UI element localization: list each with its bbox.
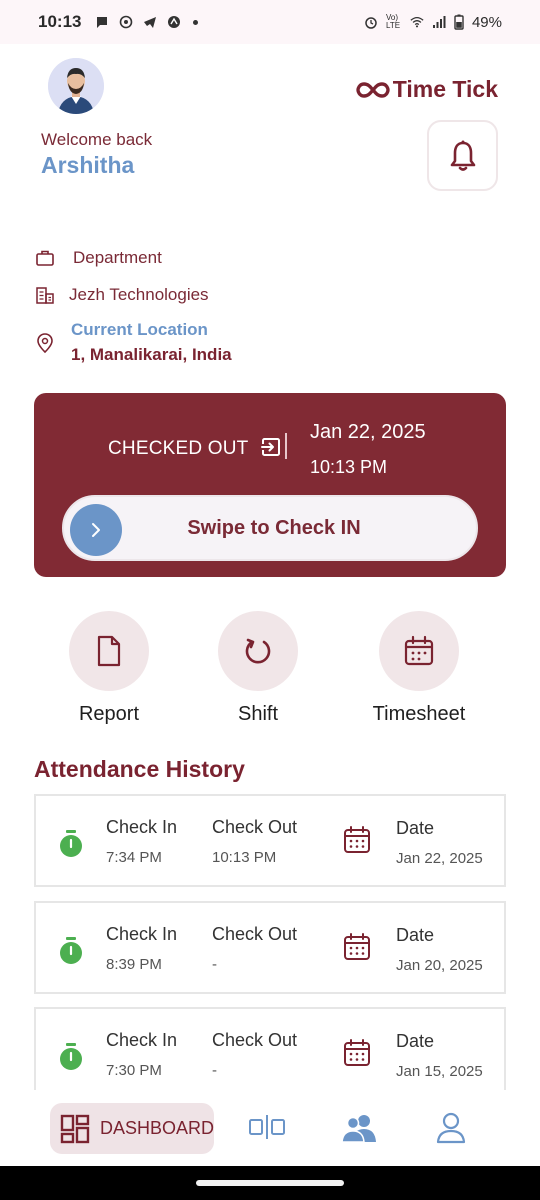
attendance-list[interactable]: Check In 7:34 PM Check Out 10:13 PM Date… (0, 790, 540, 1090)
check-out-time: 10:13 PM (212, 849, 277, 866)
current-date: Jan 22, 2025 (310, 421, 426, 443)
check-in-time: 7:34 PM (106, 849, 162, 866)
department-label: Department (73, 248, 162, 267)
battery-icon (454, 14, 464, 30)
bell-icon (450, 140, 475, 171)
welcome-text: Welcome back (41, 130, 153, 149)
check-status: CHECKED OUT (108, 436, 282, 460)
document-icon (97, 635, 121, 667)
report-action-circle[interactable] (69, 611, 149, 691)
brand-logo: Time Tick (355, 76, 498, 103)
report-action[interactable]: Report (49, 611, 169, 726)
building-icon (36, 287, 54, 304)
calendar-icon (404, 635, 434, 666)
message-icon (97, 17, 108, 28)
stopwatch-icon (60, 937, 82, 964)
record-date: Jan 22, 2025 (396, 850, 483, 867)
date-label: Date (396, 1031, 435, 1051)
dashboard-icon (60, 1114, 90, 1143)
avatar-illustration (48, 58, 104, 114)
location-pin-icon (37, 333, 53, 354)
attendance-record[interactable]: Check In 8:39 PM Check Out - Date Jan 20… (34, 901, 506, 994)
check-in-label: Check In (106, 817, 178, 837)
network-label: Vo) LTE (385, 13, 401, 30)
check-out-time: - (212, 1062, 217, 1079)
calendar-icon (344, 1039, 370, 1066)
current-time: 10:13 PM (310, 457, 388, 477)
stopwatch-icon (60, 830, 82, 857)
date-label: Date (396, 818, 435, 838)
record-date: Jan 20, 2025 (396, 957, 483, 974)
check-in-label: Check In (106, 1030, 178, 1050)
shift-action[interactable]: Shift (198, 611, 318, 726)
location-row: Current Location 1, Manalikarai, India (35, 320, 232, 365)
nav-dashboard[interactable]: DASHBOARD (50, 1103, 214, 1154)
attendance-history-title: Attendance History (34, 756, 245, 782)
status-time: 10:13 (38, 12, 82, 31)
refresh-icon (245, 638, 271, 664)
check-in-time: 8:39 PM (106, 956, 162, 973)
stopwatch-icon (60, 1043, 82, 1070)
company-row: Jezh Technologies (35, 285, 209, 305)
wifi-icon (410, 16, 424, 28)
whatsapp-icon (120, 15, 133, 29)
attendance-record[interactable]: Check In 7:34 PM Check Out 10:13 PM Date… (34, 794, 506, 887)
briefcase-icon (36, 250, 54, 266)
location-title: Current Location (71, 320, 208, 339)
compare-icon (249, 1115, 285, 1139)
bottom-navigation: DASHBOARD (0, 1090, 540, 1166)
timesheet-action-label: Timesheet (372, 703, 466, 725)
system-navigation-bar (0, 1166, 540, 1200)
shift-action-circle[interactable] (218, 611, 298, 691)
nav-dashboard-label: DASHBOARD (99, 1118, 214, 1138)
calendar-icon (344, 826, 370, 853)
user-name: Arshitha (41, 152, 135, 178)
calendar-icon (344, 933, 370, 960)
nav-team[interactable] (340, 1112, 378, 1149)
nav-profile[interactable] (436, 1112, 466, 1149)
home-gesture-handle[interactable] (196, 1180, 344, 1186)
check-in-time: 7:30 PM (106, 1062, 162, 1079)
card-divider (285, 433, 287, 459)
report-action-label: Report (78, 703, 140, 725)
swipe-label: Swipe to Check IN (187, 517, 361, 539)
check-status-label: CHECKED OUT (108, 438, 249, 459)
shift-action-label: Shift (237, 703, 279, 725)
timesheet-action[interactable]: Timesheet (359, 611, 479, 726)
battery-percent: 49% (471, 13, 502, 31)
logout-icon (260, 438, 280, 456)
status-bar: 10:13 Vo) LTE 49% (0, 0, 540, 44)
check-out-label: Check Out (212, 1030, 298, 1050)
check-in-label: Check In (106, 924, 178, 944)
user-avatar[interactable] (48, 58, 104, 114)
profile-icon (436, 1112, 466, 1144)
more-notifications-dot (193, 19, 199, 25)
date-label: Date (396, 925, 435, 945)
signal-icon (432, 16, 446, 28)
check-out-label: Check Out (212, 924, 298, 944)
nav-compare[interactable] (248, 1112, 286, 1147)
check-status-card: CHECKED OUT Jan 22, 2025 10:13 PM Swipe … (34, 393, 506, 577)
swipe-check-in-slider[interactable]: Swipe to Check IN (62, 495, 478, 561)
infinity-icon (356, 81, 390, 98)
check-out-label: Check Out (212, 817, 298, 837)
team-icon (341, 1115, 376, 1143)
company-name: Jezh Technologies (69, 285, 209, 304)
alarm-icon (365, 17, 377, 29)
department-row: Department (35, 248, 162, 268)
telegram-icon (144, 17, 157, 28)
check-out-time: - (212, 956, 217, 973)
location-value: 1, Manalikarai, India (71, 345, 232, 364)
attendance-record[interactable]: Check In 7:30 PM Check Out - Date Jan 15… (34, 1007, 506, 1090)
notifications-button[interactable] (427, 120, 498, 191)
record-date: Jan 15, 2025 (396, 1063, 483, 1080)
brand-name: Time Tick (392, 76, 498, 102)
timesheet-action-circle[interactable] (379, 611, 459, 691)
header: Time Tick Welcome back Arshitha (0, 44, 540, 224)
app-notification-icon (168, 16, 181, 28)
